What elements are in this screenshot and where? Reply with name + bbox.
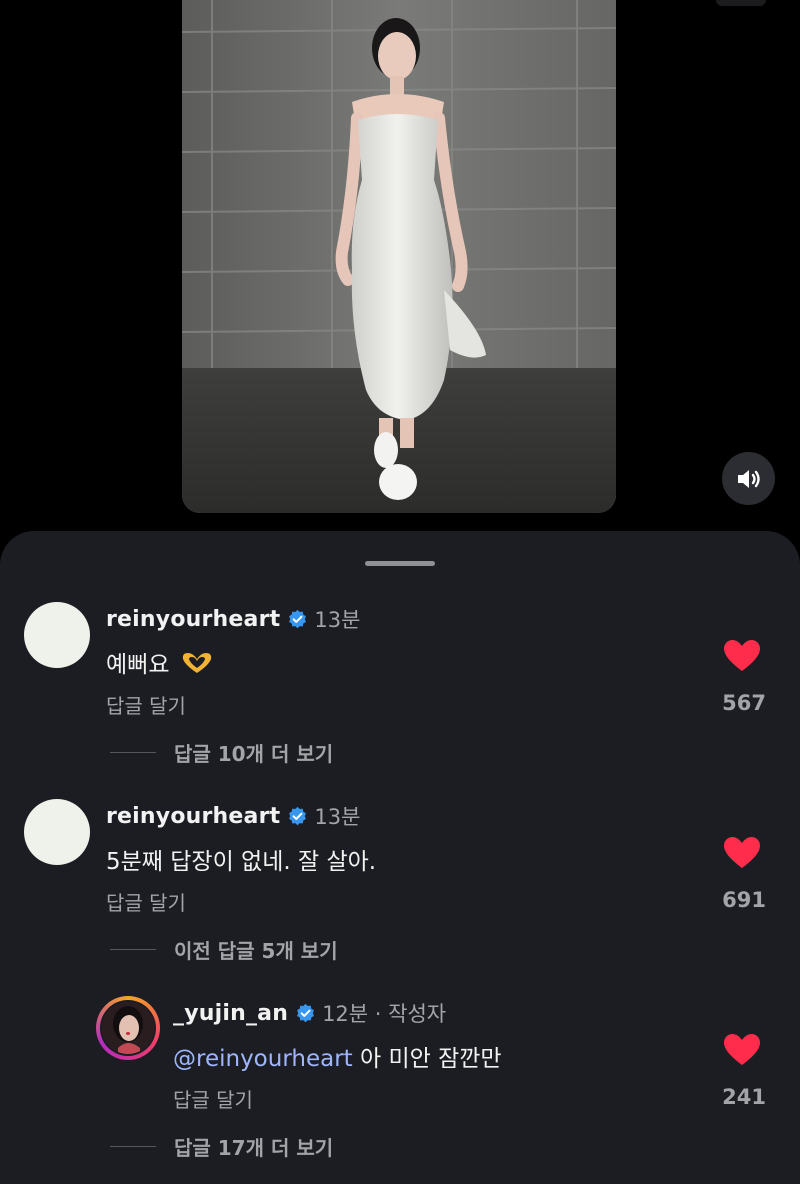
reply-time: 12분 · 작성자 <box>322 1002 447 1026</box>
comment-time: 13분 <box>314 805 361 829</box>
comment-body: 예뻐요 <box>106 652 170 678</box>
divider-line <box>110 752 156 753</box>
view-replies-label: 이전 답글 5개 보기 <box>174 939 338 963</box>
reply-button[interactable]: 답글 달기 <box>173 1084 253 1113</box>
comments-sheet: reinyourheart 13분 예뻐요 답글 달기 답글 10개 더 보기 <box>0 531 800 1184</box>
sheet-drag-handle[interactable] <box>365 561 435 566</box>
avatar[interactable] <box>24 602 90 668</box>
sound-toggle-button[interactable] <box>722 452 775 505</box>
verified-badge-icon <box>297 1003 314 1022</box>
reply-body: 아 미안 잠깐만 <box>352 1046 502 1072</box>
verified-badge-icon <box>289 609 307 628</box>
divider-line <box>110 1146 156 1147</box>
reply-username[interactable]: _yujin_an <box>173 1001 288 1026</box>
reply-header: _yujin_an 12분 · 작성자 <box>173 998 446 1028</box>
divider-line <box>110 949 156 950</box>
avatar[interactable] <box>24 799 90 865</box>
verified-badge-icon <box>289 806 307 825</box>
avatar-image <box>102 1002 154 1054</box>
view-replies-button[interactable]: 답글 10개 더 보기 <box>110 738 333 767</box>
screen: reinyourheart 13분 예뻐요 답글 달기 답글 10개 더 보기 <box>0 0 800 1184</box>
top-edge-control[interactable] <box>716 0 766 6</box>
like-heart-icon[interactable] <box>722 639 762 673</box>
like-count: 691 <box>722 888 766 912</box>
like-count: 567 <box>722 691 766 715</box>
view-replies-label: 답글 17개 더 보기 <box>174 1136 334 1160</box>
view-replies-label: 답글 10개 더 보기 <box>174 742 334 766</box>
comment-body: 5분째 답장이 없네. 잘 살아. <box>106 849 377 875</box>
avatar-portrait-icon <box>102 1002 154 1054</box>
comment-header: reinyourheart 13분 <box>106 604 360 634</box>
like-heart-icon[interactable] <box>722 1033 762 1067</box>
comment-username[interactable]: reinyourheart <box>106 804 280 829</box>
photo-illustration <box>182 0 616 513</box>
avatar-ring-gap <box>100 1000 156 1056</box>
like-count: 241 <box>722 1085 766 1109</box>
comment-time: 13분 <box>314 608 361 632</box>
comment-text: 예뻐요 <box>106 645 215 679</box>
speaker-icon <box>737 469 760 488</box>
comment-header: reinyourheart 13분 <box>106 801 360 831</box>
reply-button[interactable]: 답글 달기 <box>106 690 186 719</box>
view-more-replies-button[interactable]: 답글 17개 더 보기 <box>110 1132 333 1161</box>
post-photo[interactable] <box>182 0 616 513</box>
author-avatar[interactable] <box>96 996 160 1060</box>
mention-link[interactable]: @reinyourheart <box>173 1046 353 1072</box>
like-heart-icon[interactable] <box>722 836 762 870</box>
heart-hands-emoji-icon <box>182 653 211 673</box>
reply-button[interactable]: 답글 달기 <box>106 887 186 916</box>
comment-username[interactable]: reinyourheart <box>106 607 280 632</box>
view-previous-replies-button[interactable]: 이전 답글 5개 보기 <box>110 935 338 964</box>
reply-text: @reinyourheart 아 미안 잠깐만 <box>173 1039 502 1073</box>
